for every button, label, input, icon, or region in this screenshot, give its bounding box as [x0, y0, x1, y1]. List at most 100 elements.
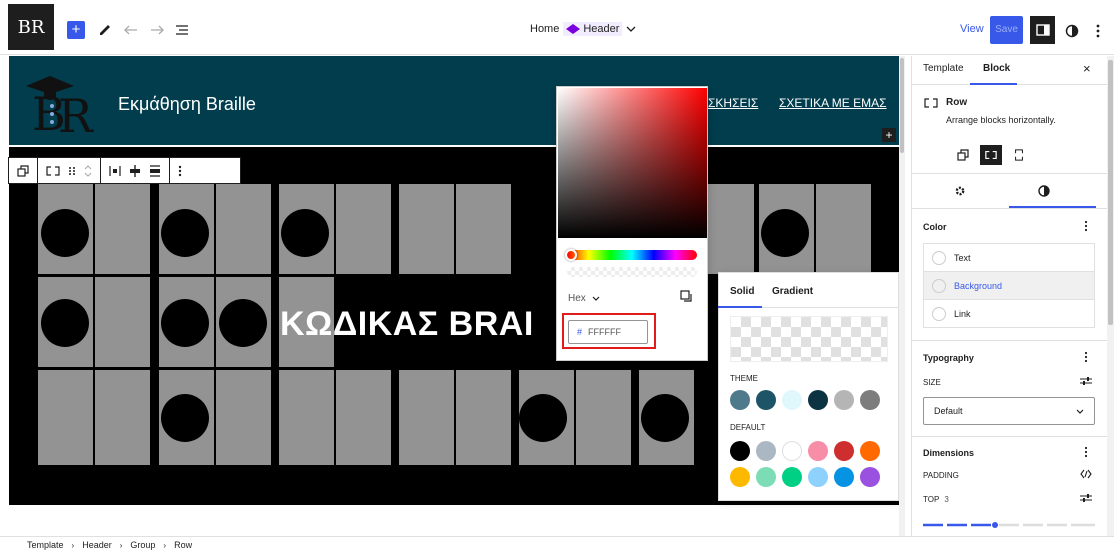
hex-value: FFFFFF	[588, 327, 622, 337]
dimensions-heading: Dimensions	[923, 448, 975, 458]
save-button[interactable]: Save	[990, 16, 1023, 44]
site-title[interactable]: Εκμάθηση Braille	[118, 94, 256, 115]
braille-logo-image[interactable]: B R	[22, 72, 100, 138]
color-item-link[interactable]: Link	[923, 299, 1095, 328]
breadcrumb-item[interactable]: Group	[130, 540, 155, 550]
settings-sidebar-toggle[interactable]	[1030, 16, 1055, 44]
nav-link-about[interactable]: ΣΧΕΤΙΚΑ ΜΕ ΕΜΑΣ	[779, 96, 887, 110]
breadcrumb-separator-icon: ›	[163, 540, 167, 550]
color-item-label: Background	[954, 280, 1003, 291]
view-link[interactable]: View	[960, 23, 984, 35]
more-options-icon[interactable]	[1088, 21, 1108, 41]
sidebar-scrollbar-thumb[interactable]	[1108, 60, 1113, 325]
pencil-tools-icon[interactable]	[95, 20, 115, 40]
padding-custom-icon[interactable]	[1080, 493, 1092, 503]
color-swatch[interactable]	[834, 390, 854, 410]
block-options-button[interactable]	[170, 158, 190, 183]
block-inserter-button[interactable]: +	[67, 21, 85, 39]
color-swatch[interactable]	[730, 390, 750, 410]
font-size-select[interactable]: Default	[923, 397, 1095, 425]
color-swatch[interactable]	[808, 390, 828, 410]
color-indicator	[932, 250, 946, 265]
site-logo[interactable]: BR	[8, 4, 54, 50]
styles-tab-half-circle-icon[interactable]	[1038, 185, 1050, 197]
sidebar-icon	[1035, 24, 1050, 36]
copy-icon[interactable]	[680, 290, 692, 302]
color-item-background[interactable]: Background	[923, 271, 1095, 300]
breadcrumb-separator-icon: ›	[71, 540, 75, 550]
undo-icon[interactable]	[121, 20, 141, 40]
row-icon	[46, 165, 60, 176]
cover-heading[interactable]: ΚΩΔΙΚΑΣ BRAI	[280, 305, 534, 344]
color-swatch[interactable]	[782, 467, 802, 487]
padding-top-value: 3	[944, 495, 949, 504]
set-custom-size-icon[interactable]	[1080, 376, 1092, 386]
editor-top-bar: BR + Home Header View Save	[0, 0, 1114, 55]
color-swatch[interactable]	[782, 441, 802, 461]
padding-top-slider[interactable]	[923, 522, 1095, 528]
tab-solid[interactable]: Solid	[730, 286, 754, 297]
more-vertical-icon	[178, 165, 182, 176]
color-swatch[interactable]	[756, 467, 776, 487]
color-swatch[interactable]	[730, 467, 750, 487]
justify-left-icon	[109, 165, 121, 176]
typography-heading: Typography	[923, 353, 974, 363]
color-swatch[interactable]	[834, 441, 854, 461]
breadcrumb-item[interactable]: Header	[82, 540, 112, 550]
close-icon[interactable]: ×	[1083, 61, 1091, 76]
color-indicator	[932, 306, 946, 321]
canvas-scrollbar-thumb[interactable]	[900, 58, 904, 153]
hex-prefix: #	[577, 327, 583, 337]
alpha-slider[interactable]	[567, 267, 697, 277]
add-block-button[interactable]: +	[882, 128, 896, 142]
settings-tab-gear-icon[interactable]	[954, 185, 966, 197]
color-swatch[interactable]	[860, 441, 880, 461]
saturation-field[interactable]	[558, 88, 707, 238]
redo-icon[interactable]	[147, 20, 167, 40]
color-item-label: Text	[954, 252, 971, 263]
color-swatch[interactable]	[860, 390, 880, 410]
breadcrumb-item[interactable]: Template	[27, 540, 64, 550]
sidebar-divider	[911, 208, 1108, 209]
svg-text:R: R	[58, 89, 94, 138]
dimensions-options-icon[interactable]	[1084, 446, 1088, 458]
color-heading: Color	[923, 222, 947, 232]
color-swatch[interactable]	[730, 441, 750, 461]
hue-slider-thumb[interactable]	[565, 249, 577, 261]
justify-center-icon	[130, 164, 140, 177]
color-swatch[interactable]	[860, 467, 880, 487]
document-overview-icon[interactable]	[172, 20, 192, 40]
color-swatch[interactable]	[782, 390, 802, 410]
block-breadcrumb: Template › Header › Group › Row	[0, 536, 1114, 553]
tab-template[interactable]: Template	[923, 63, 964, 74]
row-variation-icon[interactable]	[980, 145, 1002, 165]
color-item-text[interactable]: Text	[923, 243, 1095, 272]
tab-gradient[interactable]: Gradient	[772, 286, 813, 297]
stack-variation-icon[interactable]	[1008, 145, 1030, 165]
hue-slider[interactable]	[567, 250, 697, 260]
color-swatch[interactable]	[808, 441, 828, 461]
font-size-value: Default	[934, 406, 963, 416]
sidebar-divider	[911, 173, 1108, 174]
group-variation-icon[interactable]	[952, 145, 974, 165]
select-parent-button[interactable]	[9, 158, 38, 183]
nav-link-exercises[interactable]: ΑΣΚΗΣΕΙΣ	[700, 96, 758, 110]
color-preview[interactable]	[730, 316, 888, 362]
size-label: SIZE	[923, 378, 941, 387]
color-indicator	[932, 278, 946, 293]
styles-icon[interactable]	[1062, 21, 1082, 41]
color-item-label: Link	[954, 308, 971, 319]
document-title[interactable]: Home Header	[530, 22, 636, 36]
color-swatch[interactable]	[756, 390, 776, 410]
color-swatch[interactable]	[834, 467, 854, 487]
color-swatch[interactable]	[756, 441, 776, 461]
block-type-group	[38, 158, 101, 183]
padding-top-label: TOP	[923, 495, 940, 504]
hex-input[interactable]: # FFFFFF	[568, 320, 648, 344]
color-swatch[interactable]	[808, 467, 828, 487]
unlink-sides-icon[interactable]	[1080, 469, 1092, 479]
typography-options-icon[interactable]	[1084, 351, 1088, 363]
tab-block[interactable]: Block	[983, 63, 1010, 74]
color-options-icon[interactable]	[1084, 220, 1088, 232]
color-format-select[interactable]: Hex	[568, 293, 600, 304]
